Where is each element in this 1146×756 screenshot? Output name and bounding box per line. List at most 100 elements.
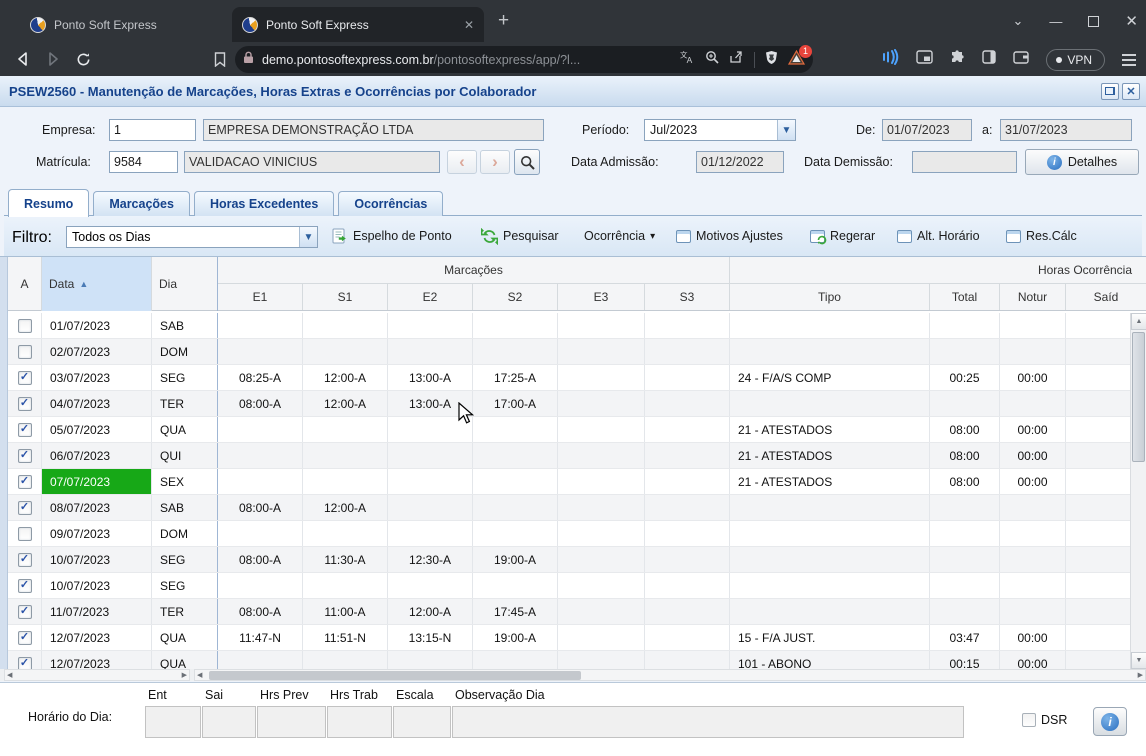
- prev-record-button[interactable]: ‹: [447, 150, 477, 174]
- extension-alert-icon[interactable]: 1: [788, 50, 805, 70]
- browser-tab-active[interactable]: Ponto Soft Express ✕: [232, 7, 484, 42]
- scroll-left-icon[interactable]: ◀: [7, 671, 12, 680]
- tab-close-icon[interactable]: ✕: [464, 18, 474, 32]
- vertical-scrollbar[interactable]: ▲ ▼: [1130, 313, 1146, 669]
- row-checkbox[interactable]: ✓: [18, 449, 32, 463]
- chevron-down-icon[interactable]: ▼: [299, 227, 317, 247]
- table-row[interactable]: ✓ 12/07/2023 QUA 101 - ABONO 00:15 00:00: [8, 651, 1146, 669]
- espelho-de-ponto-button[interactable]: Espelho de Ponto: [331, 224, 452, 248]
- zoom-icon[interactable]: [705, 50, 719, 69]
- sidebar-icon[interactable]: [982, 50, 996, 69]
- tab-resumo[interactable]: Resumo: [8, 189, 89, 217]
- wallet-icon[interactable]: [1013, 50, 1029, 69]
- col-header-s2[interactable]: S2: [473, 284, 558, 311]
- footer-info-button[interactable]: i: [1093, 707, 1127, 736]
- new-tab-button[interactable]: +: [498, 12, 509, 30]
- col-header-data[interactable]: Data ▲: [42, 257, 152, 311]
- row-checkbox[interactable]: [18, 345, 32, 359]
- back-button[interactable]: [8, 45, 38, 73]
- motivos-ajustes-button[interactable]: Motivos Ajustes: [676, 224, 783, 248]
- col-header-saida[interactable]: Saíd: [1066, 284, 1146, 311]
- col-header-a[interactable]: A: [8, 257, 42, 311]
- row-checkbox[interactable]: ✓: [18, 553, 32, 567]
- hrs-prev-field[interactable]: [257, 706, 326, 738]
- bookmark-icon[interactable]: [205, 45, 235, 73]
- ent-field[interactable]: [145, 706, 201, 738]
- row-checkbox[interactable]: ✓: [18, 397, 32, 411]
- table-row[interactable]: ✓ 12/07/2023 QUA 11:47-N 11:51-N 13:15-N…: [8, 625, 1146, 651]
- row-checkbox[interactable]: ✓: [18, 605, 32, 619]
- row-checkbox[interactable]: ✓: [18, 657, 32, 670]
- filtro-select[interactable]: Todos os Dias ▼: [66, 226, 318, 248]
- table-row[interactable]: ✓ 11/07/2023 TER 08:00-A 11:00-A 12:00-A…: [8, 599, 1146, 625]
- frozen-horizontal-scrollbar[interactable]: ◀ ▶: [4, 669, 190, 681]
- window-chevron-icon[interactable]: ⌄: [1013, 13, 1024, 29]
- sai-field[interactable]: [202, 706, 256, 738]
- table-row[interactable]: ✓ 04/07/2023 TER 08:00-A 12:00-A 13:00-A…: [8, 391, 1146, 417]
- scroll-right-icon[interactable]: ▶: [1138, 671, 1143, 680]
- next-record-button[interactable]: ›: [480, 150, 510, 174]
- reload-button[interactable]: [68, 45, 98, 73]
- col-header-tipo[interactable]: Tipo: [730, 284, 930, 311]
- escala-field[interactable]: [393, 706, 451, 738]
- brave-shield-icon[interactable]: [765, 50, 778, 70]
- browser-tab-inactive[interactable]: Ponto Soft Express: [20, 7, 210, 42]
- menu-icon[interactable]: [1122, 54, 1136, 66]
- regerar-button[interactable]: Regerar: [810, 224, 875, 248]
- col-header-e2[interactable]: E2: [388, 284, 473, 311]
- reading-mode-icon[interactable]: [881, 49, 899, 70]
- col-header-total[interactable]: Total: [930, 284, 1000, 311]
- vertical-scroll-thumb[interactable]: [1132, 332, 1145, 462]
- scroll-up-icon[interactable]: ▲: [1131, 313, 1146, 330]
- alt-horario-button[interactable]: Alt. Horário: [897, 224, 980, 248]
- table-row[interactable]: ✓ 10/07/2023 SEG 08:00-A 11:30-A 12:30-A…: [8, 547, 1146, 573]
- detalhes-button[interactable]: i Detalhes: [1025, 149, 1139, 175]
- dsr-checkbox[interactable]: [1022, 713, 1036, 727]
- row-checkbox[interactable]: ✓: [18, 579, 32, 593]
- tab-marcacoes[interactable]: Marcações: [93, 191, 190, 216]
- table-row[interactable]: ✓ 03/07/2023 SEG 08:25-A 12:00-A 13:00-A…: [8, 365, 1146, 391]
- vpn-button[interactable]: VPN: [1046, 49, 1105, 71]
- window-close-button[interactable]: ✕: [1125, 12, 1138, 30]
- col-header-s1[interactable]: S1: [303, 284, 388, 311]
- window-minimize-button[interactable]: —: [1049, 14, 1062, 29]
- main-horizontal-scrollbar[interactable]: ◀ ▶: [194, 669, 1146, 681]
- row-checkbox[interactable]: ✓: [18, 631, 32, 645]
- col-header-e3[interactable]: E3: [558, 284, 645, 311]
- tab-ocorrencias[interactable]: Ocorrências: [338, 191, 443, 216]
- table-row[interactable]: 09/07/2023 DOM: [8, 521, 1146, 547]
- share-icon[interactable]: [729, 50, 744, 69]
- hrs-trab-field[interactable]: [327, 706, 392, 738]
- chevron-down-icon[interactable]: ▼: [777, 120, 795, 140]
- forward-button[interactable]: [38, 45, 68, 73]
- pesquisar-button[interactable]: Pesquisar: [481, 224, 559, 248]
- row-checkbox[interactable]: ✓: [18, 501, 32, 515]
- res-calc-button[interactable]: Res.Cálc: [1006, 224, 1077, 248]
- ocorrencia-menu-button[interactable]: Ocorrência ▾: [584, 224, 655, 248]
- col-header-notur[interactable]: Notur: [1000, 284, 1066, 311]
- app-close-button[interactable]: ✕: [1122, 83, 1140, 100]
- app-restore-button[interactable]: [1101, 83, 1119, 100]
- row-checkbox[interactable]: [18, 319, 32, 333]
- picture-in-picture-icon[interactable]: [916, 50, 933, 69]
- matricula-code-field[interactable]: 9584: [109, 151, 178, 173]
- table-row[interactable]: ✓ 05/07/2023 QUA 21 - ATESTADOS 08:00 00…: [8, 417, 1146, 443]
- scroll-left-icon[interactable]: ◀: [197, 671, 202, 680]
- row-checkbox[interactable]: ✓: [18, 371, 32, 385]
- window-maximize-button[interactable]: [1088, 16, 1099, 27]
- row-checkbox[interactable]: [18, 527, 32, 541]
- row-checkbox[interactable]: ✓: [18, 423, 32, 437]
- extensions-puzzle-icon[interactable]: [950, 50, 965, 70]
- table-row[interactable]: 02/07/2023 DOM: [8, 339, 1146, 365]
- address-bar[interactable]: demo.pontosoftexpress.com.br/pontosoftex…: [235, 46, 813, 73]
- empresa-code-field[interactable]: 1: [109, 119, 196, 141]
- search-button[interactable]: [514, 149, 540, 175]
- col-header-e1[interactable]: E1: [218, 284, 303, 311]
- scroll-right-icon[interactable]: ▶: [182, 671, 187, 680]
- table-row[interactable]: ✓ 08/07/2023 SAB 08:00-A 12:00-A: [8, 495, 1146, 521]
- translate-icon[interactable]: 文A: [680, 50, 695, 69]
- table-row[interactable]: ✓ 07/07/2023 SEX 21 - ATESTADOS 08:00 00…: [8, 469, 1146, 495]
- row-checkbox[interactable]: ✓: [18, 475, 32, 489]
- observacao-dia-field[interactable]: [452, 706, 964, 738]
- scroll-down-icon[interactable]: ▼: [1131, 652, 1146, 669]
